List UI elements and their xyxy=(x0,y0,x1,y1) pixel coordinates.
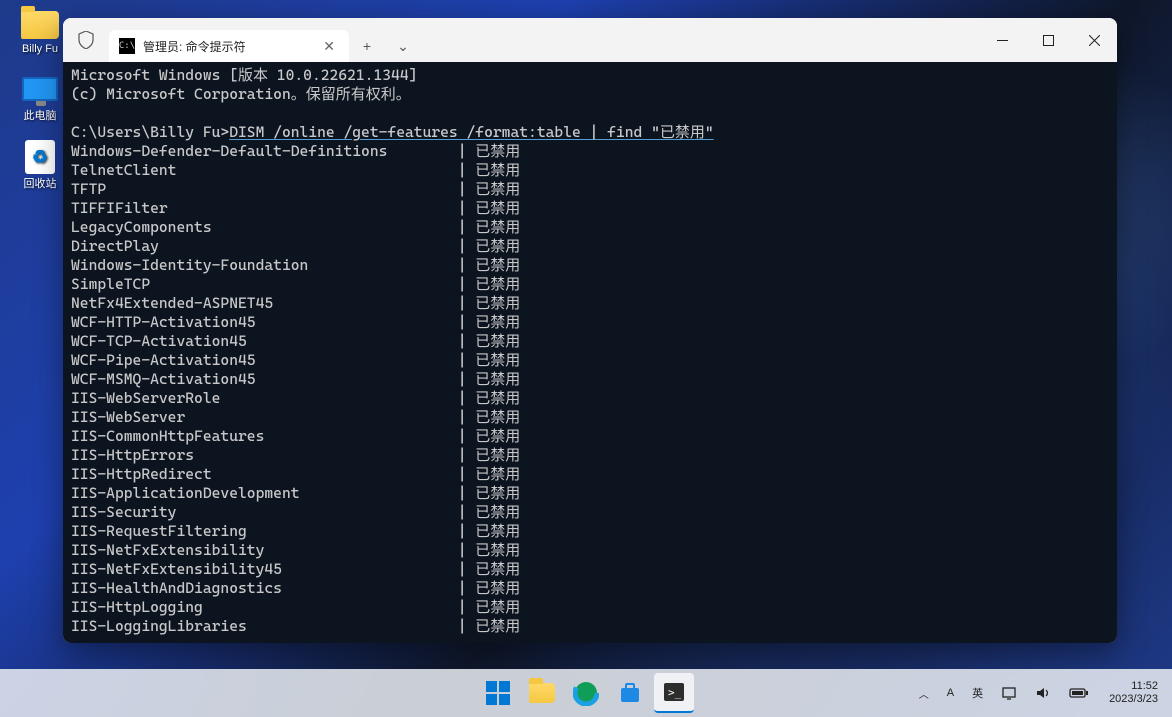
feature-row: IIS-NetFxExtensibility | 已禁用 xyxy=(71,541,1109,560)
feature-row: IIS-RequestFiltering | 已禁用 xyxy=(71,522,1109,541)
tab-dropdown-button[interactable]: ⌄ xyxy=(385,30,421,62)
folder-icon xyxy=(529,683,555,703)
feature-row: LegacyComponents | 已禁用 xyxy=(71,218,1109,237)
recycle-bin-icon: ♻ xyxy=(25,140,55,174)
feature-row: TFTP | 已禁用 xyxy=(71,180,1109,199)
tray-date: 2023/3/23 xyxy=(1109,693,1158,706)
tab-active[interactable]: C:\ 管理员: 命令提示符 ✕ xyxy=(109,30,349,62)
feature-row: IIS-ApplicationDevelopment | 已禁用 xyxy=(71,484,1109,503)
feature-row: NetFx4Extended-ASPNET45 | 已禁用 xyxy=(71,294,1109,313)
feature-row: TIFFIFilter | 已禁用 xyxy=(71,199,1109,218)
desktop-icon-label: Billy Fu xyxy=(22,43,58,55)
feature-row: WCF-HTTP-Activation45 | 已禁用 xyxy=(71,313,1109,332)
tray-time: 11:52 xyxy=(1109,680,1158,693)
window-titlebar[interactable]: C:\ 管理员: 命令提示符 ✕ + ⌄ xyxy=(63,18,1117,62)
tab-close-button[interactable]: ✕ xyxy=(319,38,339,55)
tray-network-icon[interactable] xyxy=(997,682,1021,704)
feature-row: Windows-Identity-Foundation | 已禁用 xyxy=(71,256,1109,275)
feature-row: Windows-Defender-Default-Definitions | 已… xyxy=(71,142,1109,161)
terminal-command: DISM /online /get-features /format:table… xyxy=(229,123,713,141)
feature-row: TelnetClient | 已禁用 xyxy=(71,161,1109,180)
feature-row: IIS-NetFxExtensibility45 | 已禁用 xyxy=(71,560,1109,579)
tray-overflow-button[interactable]: ︿ xyxy=(915,682,933,705)
feature-row: IIS-LoggingLibraries | 已禁用 xyxy=(71,617,1109,636)
taskbar: >_ ︿ A 英 11:52 2023/3/23 xyxy=(0,669,1172,717)
tray-battery-icon[interactable] xyxy=(1065,683,1093,703)
windows-logo-icon xyxy=(486,681,510,705)
start-button[interactable] xyxy=(478,673,518,713)
taskbar-center: >_ xyxy=(478,673,694,713)
feature-row: SimpleTCP | 已禁用 xyxy=(71,275,1109,294)
feature-row: IIS-HttpErrors | 已禁用 xyxy=(71,446,1109,465)
terminal-output[interactable]: Microsoft Windows [版本 10.0.22621.1344] (… xyxy=(63,62,1117,643)
tray-volume-icon[interactable] xyxy=(1031,682,1055,704)
tray-ime-a[interactable]: A xyxy=(943,683,958,703)
new-tab-button[interactable]: + xyxy=(349,30,385,62)
feature-row: IIS-HttpRedirect | 已禁用 xyxy=(71,465,1109,484)
taskbar-store[interactable] xyxy=(610,673,650,713)
this-pc-icon xyxy=(22,77,58,101)
close-button[interactable] xyxy=(1071,18,1117,62)
system-tray: ︿ A 英 11:52 2023/3/23 xyxy=(915,680,1164,706)
taskbar-terminal[interactable]: >_ xyxy=(654,673,694,713)
feature-row: WCF-TCP-Activation45 | 已禁用 xyxy=(71,332,1109,351)
tab-title: 管理员: 命令提示符 xyxy=(143,38,311,55)
feature-row: DirectPlay | 已禁用 xyxy=(71,237,1109,256)
folder-icon xyxy=(21,11,59,39)
tray-clock[interactable]: 11:52 2023/3/23 xyxy=(1103,680,1164,706)
terminal-prompt-line: C:\Users\Billy Fu>DISM /online /get-feat… xyxy=(71,123,1109,142)
taskbar-edge[interactable] xyxy=(566,673,606,713)
feature-row: IIS-Security | 已禁用 xyxy=(71,503,1109,522)
feature-row: IIS-HttpLogging | 已禁用 xyxy=(71,598,1109,617)
store-icon xyxy=(618,681,642,705)
desktop-icon-label: 回收站 xyxy=(24,175,57,191)
desktop-icon-label: 此电脑 xyxy=(24,107,57,123)
feature-row: IIS-WebServer | 已禁用 xyxy=(71,408,1109,427)
terminal-window: C:\ 管理员: 命令提示符 ✕ + ⌄ Microsoft Windows [… xyxy=(63,18,1117,643)
feature-row: IIS-HealthAndDiagnostics | 已禁用 xyxy=(71,579,1109,598)
taskbar-explorer[interactable] xyxy=(522,673,562,713)
feature-row: IIS-CommonHttpFeatures | 已禁用 xyxy=(71,427,1109,446)
cmd-icon: C:\ xyxy=(119,38,135,54)
terminal-header-line: Microsoft Windows [版本 10.0.22621.1344] xyxy=(71,66,1109,85)
svg-text:>_: >_ xyxy=(668,686,682,699)
feature-row: WCF-MSMQ-Activation45 | 已禁用 xyxy=(71,370,1109,389)
uac-shield-icon xyxy=(63,31,109,49)
tray-ime-lang[interactable]: 英 xyxy=(968,681,987,705)
feature-row: WCF-Pipe-Activation45 | 已禁用 xyxy=(71,351,1109,370)
terminal-icon: >_ xyxy=(662,680,686,704)
terminal-header-line: (c) Microsoft Corporation。保留所有权利。 xyxy=(71,85,1109,104)
edge-icon xyxy=(573,680,599,706)
maximize-button[interactable] xyxy=(1025,18,1071,62)
minimize-button[interactable] xyxy=(979,18,1025,62)
terminal-blank-line xyxy=(71,104,1109,123)
feature-row: IIS-WebServerRole | 已禁用 xyxy=(71,389,1109,408)
